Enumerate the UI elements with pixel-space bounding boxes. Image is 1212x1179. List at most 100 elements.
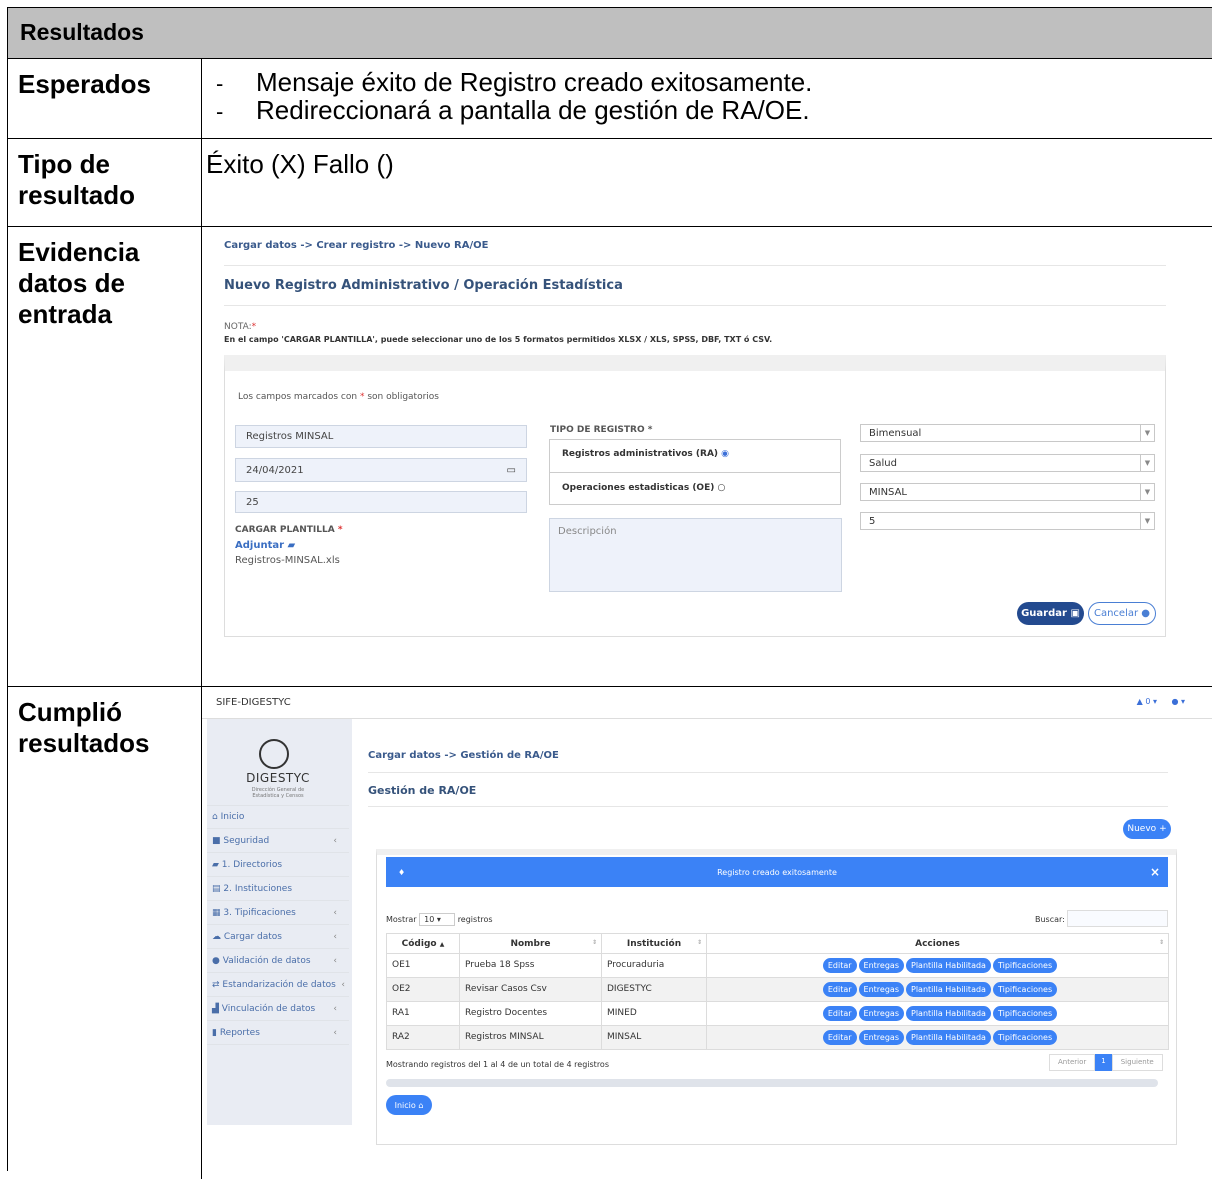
anterior-button[interactable]: Anterior xyxy=(1049,1054,1096,1071)
chart-icon: ▟ xyxy=(212,1003,219,1014)
esperado-item: Mensaje éxito de Registro creado exitosa… xyxy=(256,67,813,97)
user-icon: ● xyxy=(1171,697,1179,706)
calendar-icon[interactable]: ▭ xyxy=(507,465,516,476)
form-breadcrumb[interactable]: Cargar datos -> Crear registro -> Nuevo … xyxy=(224,240,488,251)
adjuntar-link[interactable]: Adjuntar ▰ xyxy=(235,540,295,551)
numero-select[interactable]: 5 ▼ xyxy=(860,512,1155,530)
frecuencia-select[interactable]: Bimensual ▼ xyxy=(860,424,1155,442)
user-menu-button[interactable]: ● ▾ xyxy=(1171,697,1185,706)
siguiente-button[interactable]: Siguiente xyxy=(1111,1054,1163,1071)
fecha-input[interactable]: 24/04/2021 ▭ xyxy=(235,458,527,482)
entregas-button[interactable]: Entregas xyxy=(858,958,904,973)
sidebar-item-vinculacion[interactable]: ▟ Vinculación de datos ‹ xyxy=(207,997,349,1021)
form-screenshot: Cargar datos -> Crear registro -> Nuevo … xyxy=(202,227,1212,686)
sidebar: DIGESTYC Dirección General de Estadística… xyxy=(207,719,352,1125)
results-table: Resultados Esperados - Mensaje éxito de … xyxy=(7,7,1212,1179)
sort-icon: ⇕ xyxy=(591,938,597,946)
sidebar-item-inicio[interactable]: ⌂ Inicio xyxy=(207,805,349,829)
option-ra[interactable]: Registros administrativos (RA) ◉ xyxy=(550,440,840,473)
tipificaciones-button[interactable]: Tipificaciones xyxy=(992,1030,1058,1045)
pagination: Anterior 1 Siguiente xyxy=(1049,1054,1163,1071)
circle-icon: ● xyxy=(212,955,220,966)
app-breadcrumb[interactable]: Cargar datos -> Gestión de RA/OE xyxy=(368,750,559,761)
file-icon: ▮ xyxy=(212,1027,217,1038)
results-header: Resultados xyxy=(8,8,1212,59)
radio-checked-icon[interactable]: ◉ xyxy=(721,449,729,459)
table-info: Mostrando registros del 1 al 4 de un tot… xyxy=(386,1060,609,1069)
col-codigo[interactable]: Código ▲ xyxy=(386,933,460,954)
horizontal-scrollbar[interactable] xyxy=(386,1079,1158,1087)
descripcion-textarea[interactable]: Descripción xyxy=(549,518,842,592)
sort-asc-icon: ▲ xyxy=(439,940,445,948)
entregas-button[interactable]: Entregas xyxy=(858,982,904,997)
sidebar-item-tipificaciones[interactable]: ▦ 3. Tipificaciones ‹ xyxy=(207,901,349,925)
cell-institucion: DIGESTYC xyxy=(601,977,707,1002)
tipificaciones-button[interactable]: Tipificaciones xyxy=(992,958,1058,973)
plantilla-button[interactable]: Plantilla Habilitada xyxy=(906,1030,991,1045)
lock-icon: ■ xyxy=(212,835,221,846)
row-tipo: Tipo de resultado Éxito (X) Fallo () xyxy=(8,139,1212,227)
tipificaciones-button[interactable]: Tipificaciones xyxy=(992,982,1058,997)
cloud-upload-icon: ☁ xyxy=(212,931,221,942)
buscar-label: Buscar: xyxy=(1035,915,1065,924)
exchange-icon: ⇄ xyxy=(212,979,220,990)
plantilla-button[interactable]: Plantilla Habilitada xyxy=(906,1006,991,1021)
radio-unchecked-icon[interactable]: ○ xyxy=(718,483,726,493)
entregas-button[interactable]: Entregas xyxy=(858,1030,904,1045)
cell-nombre: Prueba 18 Spss xyxy=(459,953,602,978)
sidebar-item-instituciones[interactable]: ▤ 2. Instituciones xyxy=(207,877,349,901)
logo-text: DIGESTYC xyxy=(246,771,310,785)
cell-codigo: RA2 xyxy=(386,1025,460,1050)
numero-input[interactable]: 25 xyxy=(235,491,527,513)
editar-button[interactable]: Editar xyxy=(822,1006,857,1021)
table-row: OE2 Revisar Casos Csv DIGESTYC Editar Entreg… xyxy=(386,977,1169,1002)
notifications-button[interactable]: ▲ 0 ▾ xyxy=(1137,697,1157,706)
col-nombre[interactable]: Nombre ⇕ xyxy=(459,933,602,954)
page-1-button[interactable]: 1 xyxy=(1095,1054,1112,1071)
col-institucion[interactable]: Institución ⇕ xyxy=(601,933,707,954)
sidebar-item-seguridad[interactable]: ■ Seguridad ‹ xyxy=(207,829,349,853)
brand[interactable]: SIFE-DIGESTYC xyxy=(216,697,291,708)
col-acciones[interactable]: Acciones ⇕ xyxy=(706,933,1169,954)
sidebar-item-reportes[interactable]: ▮ Reportes ‹ xyxy=(207,1021,349,1045)
nombre-input[interactable]: Registros MINSAL xyxy=(235,425,527,448)
sidebar-item-directorios[interactable]: ▰ 1. Directorios xyxy=(207,853,349,877)
search-input[interactable] xyxy=(1067,910,1168,927)
dash-bullet: - xyxy=(216,99,224,124)
cell-nombre: Registro Docentes xyxy=(459,1001,602,1026)
institucion-select[interactable]: MINSAL ▼ xyxy=(860,483,1155,501)
editar-button[interactable]: Editar xyxy=(822,958,857,973)
sidebar-item-estandarizacion[interactable]: ⇄ Estandarización de datos ‹ xyxy=(207,973,349,997)
cell-institucion: MINED xyxy=(601,1001,707,1026)
table-row: RA2 Registros MINSAL MINSAL Editar Entregas P… xyxy=(386,1025,1169,1050)
app-title: Gestión de RA/OE xyxy=(368,784,477,797)
folder-icon: ▰ xyxy=(212,859,219,870)
tipificaciones-button[interactable]: Tipificaciones xyxy=(992,1006,1058,1021)
page-size-select[interactable]: 10 ▾ xyxy=(419,913,456,926)
tipo-registro-label: TIPO DE REGISTRO * xyxy=(550,425,653,435)
label-esperados: Esperados xyxy=(8,59,202,138)
home-icon: ⌂ xyxy=(418,1100,424,1110)
nuevo-button[interactable]: Nuevo + xyxy=(1123,819,1171,839)
plantilla-button[interactable]: Plantilla Habilitada xyxy=(906,958,991,973)
entregas-button[interactable]: Entregas xyxy=(858,1006,904,1021)
editar-button[interactable]: Editar xyxy=(822,1030,857,1045)
cell-codigo: RA1 xyxy=(386,1001,460,1026)
label-evidencia: Evidencia datos de entrada xyxy=(8,227,202,686)
sidebar-item-cargar[interactable]: ☁ Cargar datos ‹ xyxy=(207,925,349,949)
app-screenshot: SIFE-DIGESTYC ▲ 0 ▾ ● ▾ DIGESTYC Direcci… xyxy=(202,687,1212,1179)
close-icon[interactable]: × xyxy=(1150,865,1160,879)
sector-select[interactable]: Salud ▼ xyxy=(860,454,1155,472)
inicio-button[interactable]: Inicio ⌂ xyxy=(386,1095,432,1115)
plus-icon: + xyxy=(1159,824,1167,834)
editar-button[interactable]: Editar xyxy=(822,982,857,997)
option-oe[interactable]: Operaciones estadisticas (OE) ○ xyxy=(550,473,840,506)
guardar-button[interactable]: Guardar ▣ xyxy=(1017,602,1084,625)
sidebar-item-validacion[interactable]: ● Validación de datos ‹ xyxy=(207,949,349,973)
cancelar-button[interactable]: Cancelar ● xyxy=(1088,602,1156,625)
form-title: Nuevo Registro Administrativo / Operació… xyxy=(224,278,623,293)
cell-nombre: Revisar Casos Csv xyxy=(459,977,602,1002)
cell-nombre: Registros MINSAL xyxy=(459,1025,602,1050)
plantilla-button[interactable]: Plantilla Habilitada xyxy=(906,982,991,997)
chevron-down-icon: ▼ xyxy=(1140,425,1154,441)
